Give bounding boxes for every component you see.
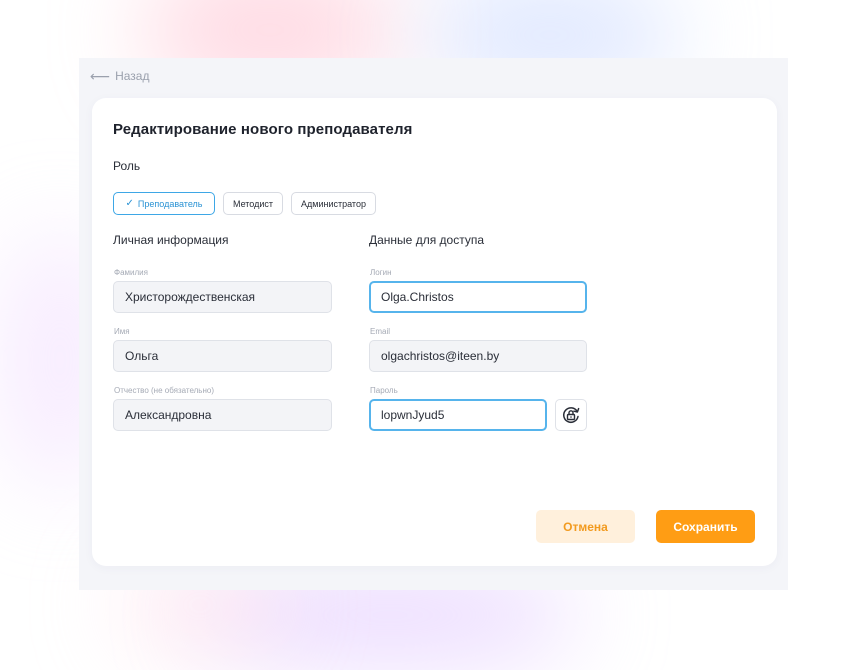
page-title: Редактирование нового преподавателя: [113, 121, 413, 138]
arrow-left-icon: ⟵: [90, 68, 111, 84]
role-option-methodist[interactable]: Методист: [223, 192, 283, 215]
check-icon: ✓: [125, 197, 134, 209]
login-label: Логин: [370, 268, 392, 277]
edit-teacher-card: [92, 98, 777, 566]
role-label: Роль: [113, 159, 141, 173]
lock-refresh-icon: [563, 407, 580, 423]
cancel-button[interactable]: Отмена: [536, 510, 635, 543]
last-name-field[interactable]: Христорождественская: [113, 281, 332, 313]
email-label: Email: [370, 327, 391, 336]
role-option-label: Преподаватель: [137, 198, 203, 209]
last-name-label: Фамилия: [114, 268, 148, 277]
access-data-heading: Данные для доступа: [369, 233, 485, 247]
patronymic-field[interactable]: Александровна: [113, 399, 332, 431]
back-link[interactable]: ⟵ Назад: [90, 67, 149, 85]
regenerate-password-button[interactable]: [555, 399, 587, 431]
first-name-field[interactable]: Ольга: [113, 340, 332, 372]
role-option-admin[interactable]: Администратор: [291, 192, 376, 215]
role-option-label: Методист: [232, 198, 274, 209]
email-field[interactable]: olgachristos@iteen.by: [369, 340, 587, 372]
password-label: Пароль: [370, 386, 398, 395]
patronymic-label: Отчество (не обязательно): [114, 386, 215, 395]
role-option-label: Администратор: [301, 198, 366, 209]
first-name-label: Имя: [114, 327, 130, 336]
back-label: Назад: [115, 69, 150, 83]
personal-info-heading: Личная информация: [113, 233, 229, 247]
save-button[interactable]: Сохранить: [656, 510, 755, 543]
role-option-teacher[interactable]: ✓ Преподаватель: [113, 192, 215, 215]
password-field[interactable]: lopwnJyud5: [369, 399, 547, 431]
login-field[interactable]: Olga.Christos: [369, 281, 587, 313]
